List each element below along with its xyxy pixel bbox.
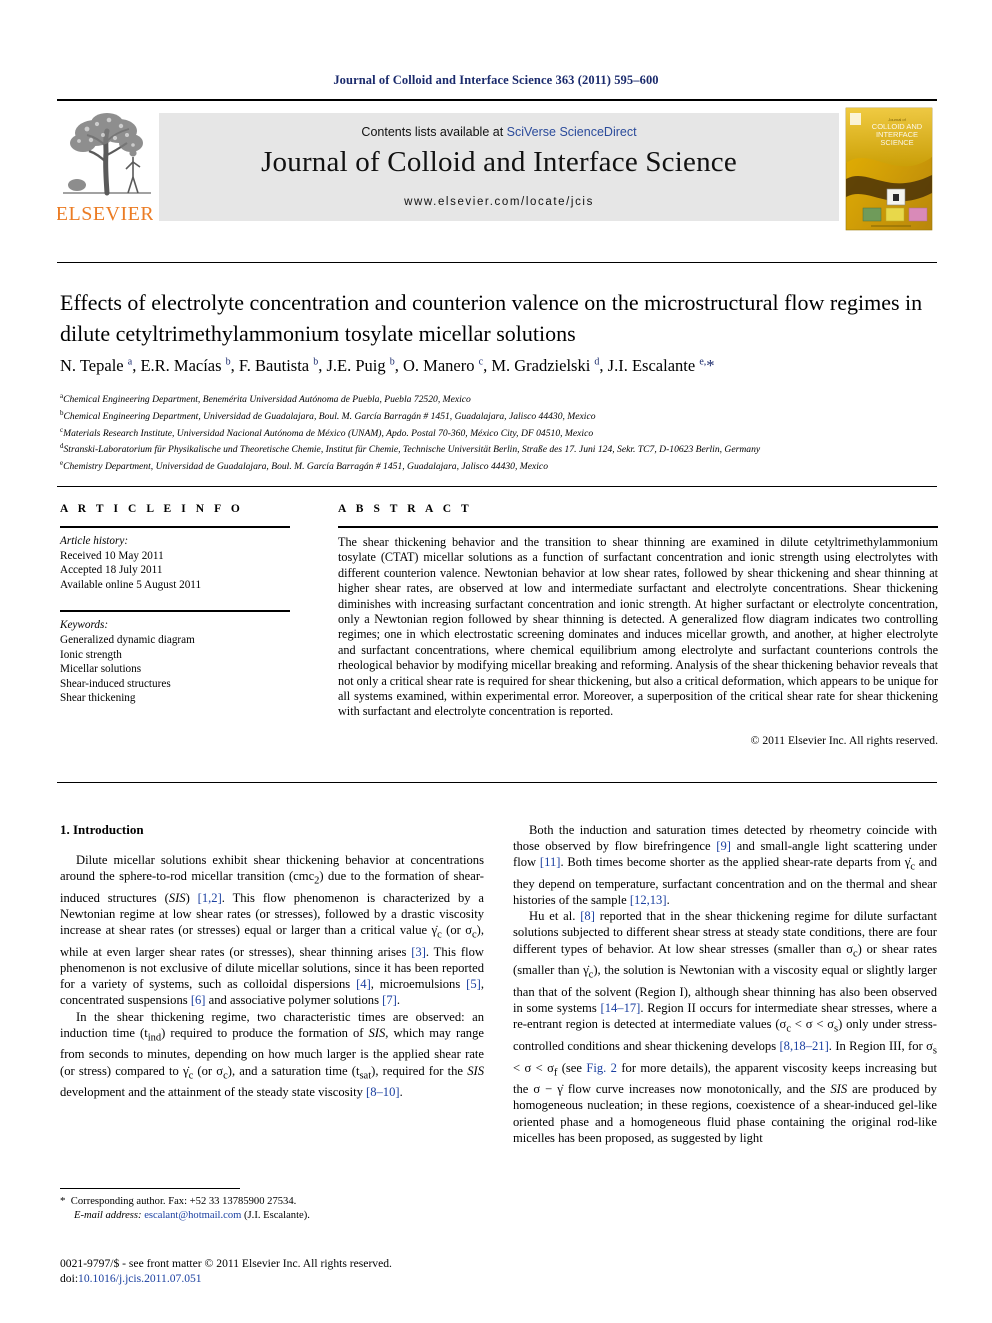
keyword-item: Ionic strength: [60, 648, 122, 661]
body-paragraph: Hu et al. [8] reported that in the shear…: [513, 909, 938, 1145]
affiliation-b: bChemical Engineering Department, Univer…: [60, 407, 950, 424]
affiliation-text-c: Materials Research Institute, Universida…: [63, 427, 594, 439]
journal-url[interactable]: www.elsevier.com/locate/jcis: [159, 196, 839, 208]
keywords-label: Keywords:: [60, 619, 109, 632]
contents-line: Contents lists available at SciVerse Sci…: [159, 125, 839, 139]
doi-value[interactable]: 10.1016/j.jcis.2011.07.051: [78, 1272, 202, 1285]
keyword-item: Shear-induced structures: [60, 677, 171, 690]
journal-masthead: ELSEVIER Contents lists available at Sci…: [57, 99, 937, 237]
keyword-item: Generalized dynamic diagram: [60, 633, 195, 646]
elsevier-tree-icon: [61, 107, 153, 203]
affiliation-text-d: Stranski-Laboratorium für Physikalische …: [63, 444, 761, 456]
affiliation-a: aChemical Engineering Department, Benemé…: [60, 390, 950, 407]
keyword-item: Shear thickening: [60, 692, 136, 705]
abstract-copyright: © 2011 Elsevier Inc. All rights reserved…: [750, 733, 938, 747]
issn-line: 0021-9797/$ - see front matter © 2011 El…: [60, 1257, 392, 1270]
doi-line: doi:10.1016/j.jcis.2011.07.051: [60, 1271, 510, 1286]
affiliation-text-b: Chemical Engineering Department, Univers…: [63, 410, 596, 422]
affiliation-c: cMaterials Research Institute, Universid…: [60, 424, 950, 441]
paper-page: Journal of Colloid and Interface Science…: [0, 0, 992, 1323]
article-history-label: Article history:: [60, 535, 129, 547]
author-list: N. Tepale a, E.R. Macías b, F. Bautista …: [60, 356, 715, 375]
keywords-block: Keywords: Generalized dynamic diagram Io…: [60, 612, 290, 706]
affiliation-text-e: Chemistry Department, Universidad de Gua…: [63, 461, 548, 473]
journal-band: Contents lists available at SciVerse Sci…: [159, 113, 839, 221]
article-info-heading: A R T I C L E I N F O: [60, 503, 244, 515]
email-line: E-mail address: escalant@hotmail.com (J.…: [60, 1209, 490, 1223]
journal-title: Journal of Colloid and Interface Science: [261, 146, 737, 178]
body-paragraph: Both the induction and saturation times …: [513, 823, 937, 908]
svg-text:SCIENCE: SCIENCE: [880, 138, 913, 147]
article-info-column: A R T I C L E I N F O Article history: R…: [60, 503, 290, 706]
email-label: E-mail address:: [74, 1210, 142, 1221]
running-head: Journal of Colloid and Interface Science…: [333, 73, 659, 87]
history-accepted: Accepted 18 July 2011: [60, 564, 163, 577]
page-title: Effects of electrolyte concentration and…: [60, 290, 923, 346]
body-column-right: Both the induction and saturation times …: [513, 822, 937, 1146]
history-received: Received 10 May 2011: [60, 549, 164, 562]
contents-prefix: Contents lists available at: [361, 125, 507, 139]
email-person: (J.I. Escalante).: [244, 1210, 310, 1221]
abstract-text: The shear thickening behavior and the tr…: [338, 535, 939, 719]
history-online: Available online 5 August 2011: [60, 578, 202, 591]
body-paragraph: In the shear thickening regime, two char…: [60, 1009, 484, 1100]
journal-cover-thumbnail: Journal of COLLOID AND INTERFACE SCIENCE: [841, 105, 937, 233]
page-footer: 0021-9797/$ - see front matter © 2011 El…: [60, 1256, 510, 1286]
body-paragraph: Dilute micellar solutions exhibit shear …: [60, 853, 485, 1008]
email-link[interactable]: escalant@hotmail.com: [144, 1210, 241, 1221]
abstract-column: A B S T R A C T The shear thickening beh…: [338, 503, 938, 747]
affiliation-text-a: Chemical Engineering Department, Benemér…: [63, 394, 471, 406]
doi-label: doi:: [60, 1272, 79, 1285]
sciencedirect-link[interactable]: SciVerse ScienceDirect: [507, 125, 637, 139]
cover-art: Journal of COLLOID AND INTERFACE SCIENCE: [845, 107, 933, 231]
title-divider: [57, 262, 937, 263]
abstract-heading: A B S T R A C T: [338, 503, 473, 515]
footnote-divider: [60, 1188, 240, 1189]
corresponding-author-footnote: * Corresponding author. Fax: +52 33 1378…: [60, 1194, 490, 1223]
elsevier-logo: ELSEVIER: [57, 105, 153, 233]
section-heading-introduction: 1. Introduction: [60, 822, 144, 837]
article-history: Article history: Received 10 May 2011 Ac…: [60, 528, 290, 592]
affiliation-d: dStranski-Laboratorium für Physikalische…: [60, 440, 950, 457]
affiliation-list: aChemical Engineering Department, Benemé…: [60, 390, 950, 474]
affiliation-e: eChemistry Department, Universidad de Gu…: [60, 457, 950, 474]
info-divider-top: [57, 486, 937, 487]
corresponding-author-line: * Corresponding author. Fax: +52 33 1378…: [60, 1195, 297, 1207]
elsevier-wordmark: ELSEVIER: [57, 203, 153, 225]
body-column-left: 1. Introduction Dilute micellar solution…: [60, 822, 484, 1100]
keyword-item: Micellar solutions: [60, 663, 142, 676]
info-divider-bottom: [57, 782, 937, 783]
